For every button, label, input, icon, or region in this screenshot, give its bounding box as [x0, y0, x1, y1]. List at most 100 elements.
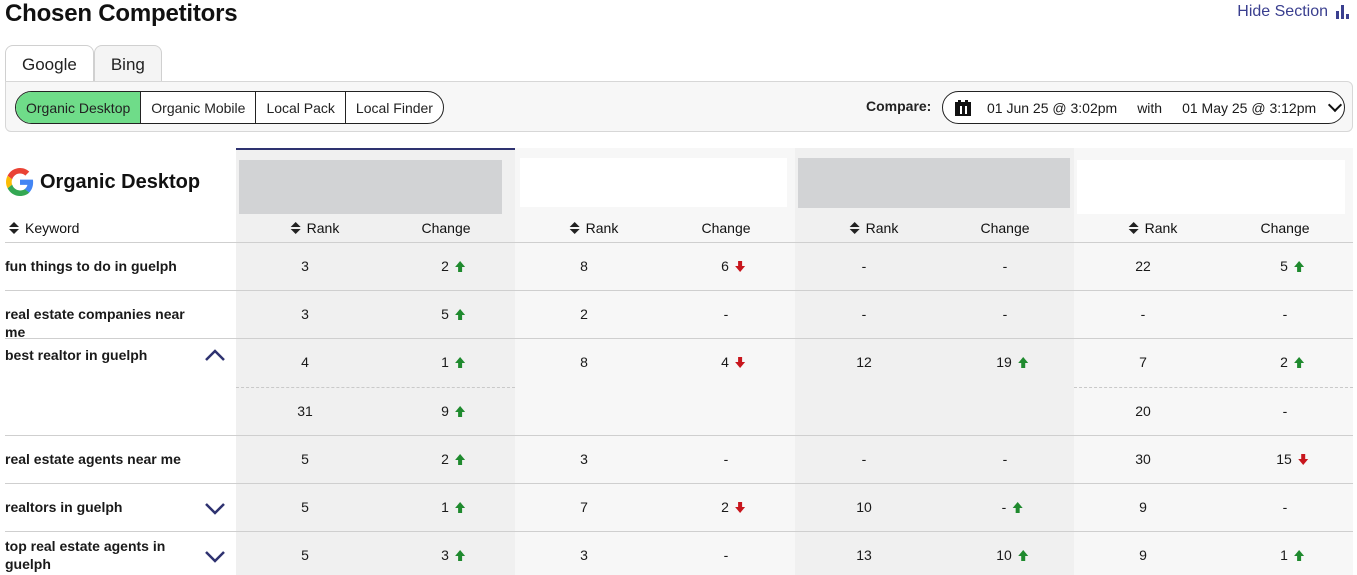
arrow-down-icon: [734, 260, 745, 272]
rank-header[interactable]: Rank: [290, 220, 340, 236]
change-cell: 5: [1280, 258, 1304, 274]
change-cell: 4: [721, 354, 745, 370]
rank-cell: 3: [580, 451, 588, 467]
compare-from-date: 01 Jun 25 @ 3:02pm: [987, 99, 1118, 116]
rank-header[interactable]: Rank: [849, 220, 898, 236]
row-divider: [5, 338, 1353, 339]
competitor-column-3: [795, 148, 1074, 575]
tab-bing[interactable]: Bing: [93, 45, 162, 83]
change-value: 6: [721, 258, 729, 274]
arrow-up-icon: [454, 308, 465, 320]
chevron-down-icon: [205, 503, 225, 515]
change-cell: 1: [441, 499, 465, 515]
rank-cell: 8: [580, 354, 588, 370]
rank-cell: 12: [856, 354, 872, 370]
keyword-cell: best realtor in guelph: [5, 347, 148, 363]
chevron-down-icon: [1328, 97, 1343, 113]
keyword-cell: top real estate agents in guelph: [5, 538, 166, 572]
change-value: 5: [441, 306, 449, 322]
bar-chart-icon: [1336, 5, 1349, 19]
rank-cell: 5: [301, 499, 309, 515]
change-cell: 6: [721, 258, 745, 274]
rank-cell: 30: [1135, 451, 1151, 467]
row-divider: [5, 290, 1353, 291]
change-cell: 15: [1276, 451, 1308, 467]
chevron-up-icon: [205, 349, 225, 361]
engine-tabs: Google Bing: [5, 45, 162, 83]
change-header: Change: [701, 220, 751, 236]
arrow-up-icon: [454, 260, 465, 272]
rank-header-label: Rank: [306, 220, 340, 236]
competitor-rank-table: Organic Desktop Keyword Rank Change Rank Ch…: [0, 148, 1357, 575]
expand-row-button[interactable]: [204, 550, 226, 564]
arrow-up-icon: [454, 501, 465, 513]
arrow-up-icon: [1293, 356, 1304, 368]
change-value: -: [1002, 306, 1008, 322]
organic-mobile-button[interactable]: Organic Mobile: [141, 92, 257, 123]
organic-desktop-button[interactable]: Organic Desktop: [16, 92, 142, 123]
section-title-label: Organic Desktop: [40, 170, 201, 193]
change-cell: 19: [996, 354, 1028, 370]
change-cell: -: [1003, 451, 1008, 467]
competitor-card-4[interactable]: [1077, 160, 1345, 214]
change-cell: 1: [1280, 547, 1304, 563]
sort-icon: [569, 222, 580, 234]
change-value: 1: [441, 354, 449, 370]
change-header: Change: [1260, 220, 1310, 236]
change-value: -: [1002, 451, 1008, 467]
arrow-up-icon: [1017, 549, 1028, 561]
competitor-card-2[interactable]: [520, 158, 787, 207]
keyword-cell: fun things to do in guelph: [5, 258, 177, 274]
change-value: 9: [441, 403, 449, 419]
sort-icon: [849, 222, 860, 234]
keyword-cell: real estate companies near me: [5, 306, 185, 340]
collapse-row-button[interactable]: [204, 348, 226, 362]
tab-google[interactable]: Google: [5, 45, 94, 83]
rank-cell: 7: [580, 499, 588, 515]
result-type-selector: Organic Desktop Organic Mobile Local Pac…: [15, 91, 444, 124]
change-value: 2: [721, 499, 729, 515]
change-cell: 1: [441, 354, 465, 370]
change-cell: 2: [441, 258, 465, 274]
competitor-column-2: [515, 148, 795, 575]
change-cell: -: [1002, 499, 1023, 515]
change-cell: 9: [441, 403, 465, 419]
competitor-card-1[interactable]: [239, 160, 502, 214]
keyword-header[interactable]: Keyword: [9, 220, 79, 236]
hide-section-label: Hide Section: [1237, 3, 1328, 20]
compare-label: Compare:: [866, 98, 932, 114]
rank-cell: 9: [1139, 547, 1147, 563]
arrow-up-icon: [1293, 260, 1304, 272]
change-cell: -: [1003, 306, 1008, 322]
chevron-down-icon: [205, 551, 225, 563]
compare-date-dropdown[interactable]: 01 Jun 25 @ 3:02pm with 01 May 25 @ 3:12…: [942, 91, 1345, 124]
arrow-up-icon: [454, 356, 465, 368]
arrow-up-icon: [1293, 549, 1304, 561]
rank-cell: 2: [580, 306, 588, 322]
change-cell: -: [1283, 499, 1288, 515]
rank-cell: 22: [1135, 258, 1151, 274]
compare-with-label: with: [1137, 99, 1163, 116]
sort-icon: [1128, 222, 1139, 234]
change-value: -: [1282, 403, 1288, 419]
rank-header[interactable]: Rank: [569, 220, 618, 236]
change-cell: 5: [441, 306, 465, 322]
expand-row-button[interactable]: [204, 502, 226, 516]
sort-icon: [290, 222, 301, 234]
competitor-card-3[interactable]: [798, 158, 1070, 208]
rank-cell: 20: [1135, 403, 1151, 419]
change-value: -: [723, 547, 729, 563]
change-value: 5: [1280, 258, 1288, 274]
rank-header[interactable]: Rank: [1128, 220, 1177, 236]
hide-section-button[interactable]: Hide Section: [1237, 3, 1349, 21]
arrow-up-icon: [454, 549, 465, 561]
rank-cell: -: [861, 306, 867, 322]
change-value: 2: [441, 258, 449, 274]
sub-row-divider: [1074, 387, 1353, 388]
keyword-cell: real estate agents near me: [5, 451, 181, 467]
local-pack-button[interactable]: Local Pack: [256, 92, 346, 123]
local-finder-button[interactable]: Local Finder: [346, 92, 443, 123]
change-value: -: [1002, 258, 1008, 274]
active-column-indicator: [236, 148, 515, 150]
change-value: 3: [441, 547, 449, 563]
